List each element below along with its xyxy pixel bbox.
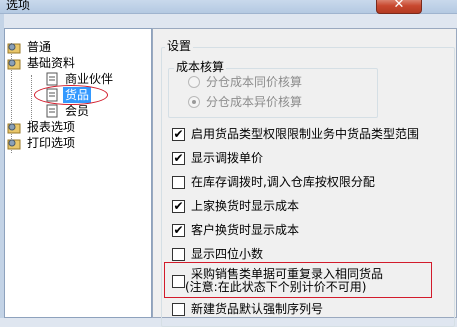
gear-folder-icon [7, 139, 21, 150]
check-mark-icon: ✔ [173, 151, 184, 165]
tree-connector [31, 75, 32, 121]
checkbox[interactable] [172, 176, 185, 189]
doc-icon [46, 72, 58, 86]
checkbox-label: 显示四位小数 [191, 247, 264, 261]
tree-item-label: 普通 [27, 40, 52, 54]
radio-label: 分仓成本异价核算 [206, 95, 303, 109]
checkbox-label: 客户换货时显示成本 [191, 223, 300, 237]
title-bar: 选项 ✕ [0, 0, 457, 14]
doc-icon [46, 104, 58, 118]
checkbox[interactable] [172, 248, 185, 261]
gear-folder-icon [7, 59, 21, 70]
radio-label: 分仓成本同价核算 [206, 75, 303, 89]
checkbox-label: 显示调拨单价 [191, 151, 264, 165]
tree-item-label: 会员 [65, 104, 90, 118]
tree-item-label: 报表选项 [27, 120, 76, 134]
tree-item-label: 基础资料 [27, 56, 76, 70]
close-icon: ✕ [393, 0, 405, 12]
checkbox-label: 在库存调拨时,调入仓库按权限分配 [191, 175, 375, 189]
annotation-ellipse [34, 85, 108, 105]
checkbox-label: 上家换货时显示成本 [191, 199, 300, 213]
check-mark-icon: ✔ [173, 199, 184, 213]
checkbox[interactable]: ✔ [172, 199, 185, 213]
radio-button[interactable] [188, 96, 200, 108]
checkbox-label: 启用货品类型权限限制业务中货品类型范围 [191, 127, 420, 141]
checkbox[interactable]: ✔ [172, 127, 185, 141]
checkbox-label: 新建货品默认强制序列号 [191, 302, 324, 316]
checkbox[interactable] [172, 303, 185, 316]
checkbox[interactable]: ✔ [172, 151, 185, 165]
annotation-rectangle [164, 262, 432, 298]
check-mark-icon: ✔ [173, 127, 184, 141]
cost-accounting-title: 成本核算 [174, 60, 227, 74]
checkbox[interactable]: ✔ [172, 223, 185, 237]
options-tree[interactable]: 普通 基础资料 商业伙伴 货品 会员 报表选项 打印选项 [4, 28, 152, 318]
tree-item-label: 打印选项 [27, 136, 76, 150]
settings-group-title: 设置 [165, 39, 194, 53]
radio-button[interactable] [188, 76, 200, 88]
check-mark-icon: ✔ [173, 223, 184, 237]
gear-folder-icon [7, 123, 21, 134]
window-title: 选项 [6, 0, 31, 12]
close-button[interactable]: ✕ [376, 0, 422, 14]
gear-folder-icon [7, 43, 21, 54]
